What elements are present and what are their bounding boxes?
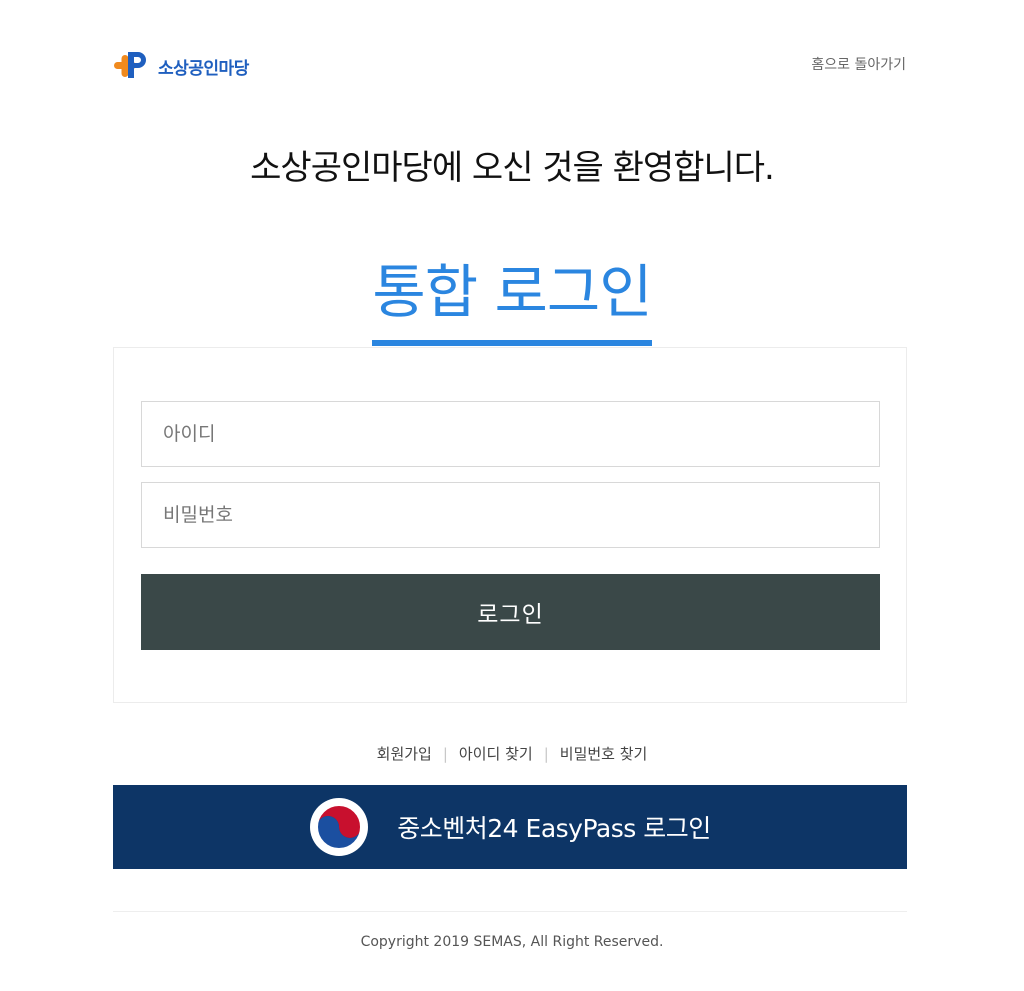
site-logo[interactable]: 소상공인마당 xyxy=(112,48,249,84)
footer-divider xyxy=(113,911,907,912)
find-password-link[interactable]: 비밀번호 찾기 xyxy=(560,745,648,763)
link-separator: | xyxy=(543,745,549,763)
password-input[interactable] xyxy=(141,482,880,548)
welcome-heading: 소상공인마당에 오신 것을 환영합니다. xyxy=(250,148,775,188)
login-title-wrap: 통합 로그인 xyxy=(0,252,1024,346)
link-separator: | xyxy=(442,745,448,763)
login-button[interactable]: 로그인 xyxy=(141,574,880,650)
id-input[interactable] xyxy=(141,401,880,467)
account-links: 회원가입 | 아이디 찾기 | 비밀번호 찾기 xyxy=(0,743,1024,764)
taegeuk-emblem-icon xyxy=(310,798,369,856)
easypass-label: 중소벤처24 EasyPass 로그인 xyxy=(397,814,711,843)
copyright-text: Copyright 2019 SEMAS, All Right Reserved… xyxy=(360,934,664,950)
signup-link[interactable]: 회원가입 xyxy=(377,745,432,763)
logo-mark-icon xyxy=(114,52,146,78)
find-id-link[interactable]: 아이디 찾기 xyxy=(459,745,533,763)
home-link[interactable]: 홈으로 돌아가기 xyxy=(811,54,906,74)
login-form-box: 로그인 xyxy=(113,347,907,703)
logo-text: 소상공인마당 xyxy=(158,58,249,79)
login-title: 통합 로그인 xyxy=(372,252,653,346)
login-page: 소상공인마당 홈으로 돌아가기 소상공인마당에 오신 것을 환영합니다. 통합 … xyxy=(0,0,1024,991)
easypass-login-button[interactable]: 중소벤처24 EasyPass 로그인 xyxy=(113,785,907,869)
